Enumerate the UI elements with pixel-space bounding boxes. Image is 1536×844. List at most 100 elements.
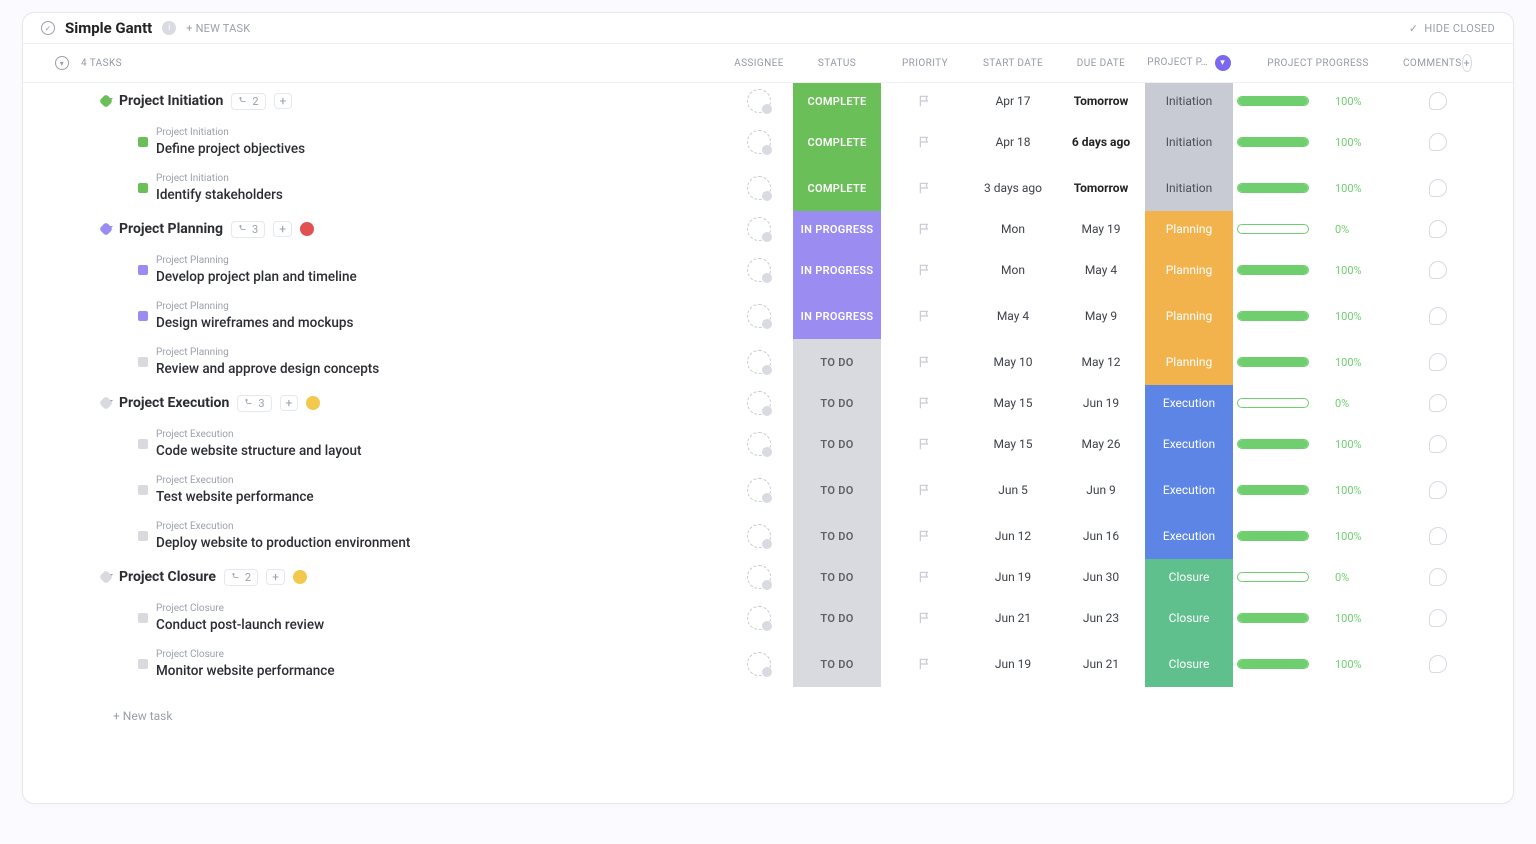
comment-icon[interactable] xyxy=(1429,655,1447,673)
status-square-icon[interactable] xyxy=(138,265,148,275)
start-date[interactable]: May 15 xyxy=(969,396,1057,410)
progress-bar[interactable] xyxy=(1237,613,1309,623)
progress-bar[interactable] xyxy=(1237,572,1309,582)
due-date[interactable]: May 12 xyxy=(1057,355,1145,369)
task-title[interactable]: Project Initiation xyxy=(119,93,223,109)
comment-icon[interactable] xyxy=(1429,261,1447,279)
status-pill[interactable]: COMPLETE xyxy=(793,83,881,119)
comment-icon[interactable] xyxy=(1429,609,1447,627)
due-date[interactable]: Tomorrow xyxy=(1057,94,1145,108)
task-row-child[interactable]: Project Initiation Define project object… xyxy=(23,119,1495,165)
assignee-add-button[interactable] xyxy=(747,217,771,241)
info-icon[interactable]: i xyxy=(162,21,176,35)
progress-bar[interactable] xyxy=(1237,485,1309,495)
due-date[interactable]: Jun 23 xyxy=(1057,611,1145,625)
comment-icon[interactable] xyxy=(1429,527,1447,545)
status-pill[interactable]: IN PROGRESS xyxy=(793,293,881,339)
assignee-add-button[interactable] xyxy=(747,350,771,374)
start-date[interactable]: Jun 19 xyxy=(969,657,1057,671)
status-square-icon[interactable] xyxy=(99,222,113,236)
comment-icon[interactable] xyxy=(1429,307,1447,325)
assignee-add-button[interactable] xyxy=(747,304,771,328)
start-date[interactable]: Mon xyxy=(969,263,1057,277)
due-date[interactable]: 6 days ago xyxy=(1057,135,1145,149)
phase-pill[interactable]: Planning xyxy=(1145,293,1233,339)
collapse-list-icon[interactable]: ✓ xyxy=(41,21,55,35)
progress-bar[interactable] xyxy=(1237,659,1309,669)
start-date[interactable]: Jun 12 xyxy=(969,529,1057,543)
subtask-count-chip[interactable]: 2 xyxy=(224,569,258,586)
priority-flag[interactable] xyxy=(881,570,969,584)
phase-pill[interactable]: Planning xyxy=(1145,339,1233,385)
phase-pill[interactable]: Initiation xyxy=(1145,165,1233,211)
phase-pill[interactable]: Initiation xyxy=(1145,119,1233,165)
priority-flag[interactable] xyxy=(881,529,969,543)
priority-flag[interactable] xyxy=(881,263,969,277)
priority-flag[interactable] xyxy=(881,222,969,236)
phase-dropdown-icon[interactable]: ▾ xyxy=(1215,55,1231,71)
task-row-child[interactable]: Project Execution Deploy website to prod… xyxy=(23,513,1495,559)
task-title[interactable]: Monitor website performance xyxy=(156,663,335,679)
phase-pill[interactable]: Execution xyxy=(1145,385,1233,421)
status-square-icon[interactable] xyxy=(138,659,148,669)
start-date[interactable]: May 4 xyxy=(969,309,1057,323)
comment-icon[interactable] xyxy=(1429,133,1447,151)
status-pill[interactable]: TO DO xyxy=(793,513,881,559)
phase-pill[interactable]: Execution xyxy=(1145,421,1233,467)
task-row-child[interactable]: Project Planning Review and approve desi… xyxy=(23,339,1495,385)
start-date[interactable]: Apr 17 xyxy=(969,94,1057,108)
phase-pill[interactable]: Planning xyxy=(1145,247,1233,293)
task-row-parent[interactable]: Project Execution 3 + TO DO May 15 Jun 1… xyxy=(23,385,1495,421)
add-subtask-button[interactable]: + xyxy=(280,395,299,411)
status-square-icon[interactable] xyxy=(138,485,148,495)
priority-flag[interactable] xyxy=(881,483,969,497)
assignee-add-button[interactable] xyxy=(747,606,771,630)
status-square-icon[interactable] xyxy=(99,396,113,410)
progress-bar[interactable] xyxy=(1237,183,1309,193)
priority-flag[interactable] xyxy=(881,396,969,410)
assignee-add-button[interactable] xyxy=(747,565,771,589)
comment-icon[interactable] xyxy=(1429,568,1447,586)
col-comments[interactable]: COMMENTS xyxy=(1403,58,1462,69)
start-date[interactable]: Jun 5 xyxy=(969,483,1057,497)
priority-flag[interactable] xyxy=(881,135,969,149)
task-title[interactable]: Project Execution xyxy=(119,395,229,411)
due-date[interactable]: May 26 xyxy=(1057,437,1145,451)
task-title[interactable]: Test website performance xyxy=(156,489,314,505)
due-date[interactable]: Jun 9 xyxy=(1057,483,1145,497)
status-pill[interactable]: TO DO xyxy=(793,595,881,641)
assignee-add-button[interactable] xyxy=(747,524,771,548)
task-row-child[interactable]: Project Closure Conduct post-launch revi… xyxy=(23,595,1495,641)
task-row-parent[interactable]: Project Closure 2 + TO DO Jun 19 Jun 30 … xyxy=(23,559,1495,595)
progress-bar[interactable] xyxy=(1237,357,1309,367)
comment-icon[interactable] xyxy=(1429,92,1447,110)
status-pill[interactable]: TO DO xyxy=(793,467,881,513)
task-row-child[interactable]: Project Closure Monitor website performa… xyxy=(23,641,1495,687)
add-column-button[interactable]: + xyxy=(1462,54,1472,72)
comment-icon[interactable] xyxy=(1429,353,1447,371)
status-square-icon[interactable] xyxy=(138,613,148,623)
assignee-add-button[interactable] xyxy=(747,89,771,113)
start-date[interactable]: Apr 18 xyxy=(969,135,1057,149)
priority-flag[interactable] xyxy=(881,657,969,671)
comment-icon[interactable] xyxy=(1429,394,1447,412)
select-all-icon[interactable]: ▾ xyxy=(55,56,69,70)
status-square-icon[interactable] xyxy=(99,570,113,584)
subtask-count-chip[interactable]: 2 xyxy=(231,93,265,110)
start-date[interactable]: Jun 19 xyxy=(969,570,1057,584)
task-title[interactable]: Identify stakeholders xyxy=(156,187,283,203)
col-due[interactable]: DUE DATE xyxy=(1057,58,1145,69)
status-square-icon[interactable] xyxy=(138,357,148,367)
status-pill[interactable]: TO DO xyxy=(793,385,881,421)
due-date[interactable]: May 9 xyxy=(1057,309,1145,323)
comment-icon[interactable] xyxy=(1429,220,1447,238)
status-pill[interactable]: IN PROGRESS xyxy=(793,211,881,247)
priority-flag[interactable] xyxy=(881,181,969,195)
start-date[interactable]: May 15 xyxy=(969,437,1057,451)
progress-bar[interactable] xyxy=(1237,531,1309,541)
comment-icon[interactable] xyxy=(1429,481,1447,499)
priority-flag[interactable] xyxy=(881,611,969,625)
due-date[interactable]: May 19 xyxy=(1057,222,1145,236)
phase-pill[interactable]: Closure xyxy=(1145,559,1233,595)
new-task-bottom[interactable]: + New task xyxy=(23,699,1513,723)
